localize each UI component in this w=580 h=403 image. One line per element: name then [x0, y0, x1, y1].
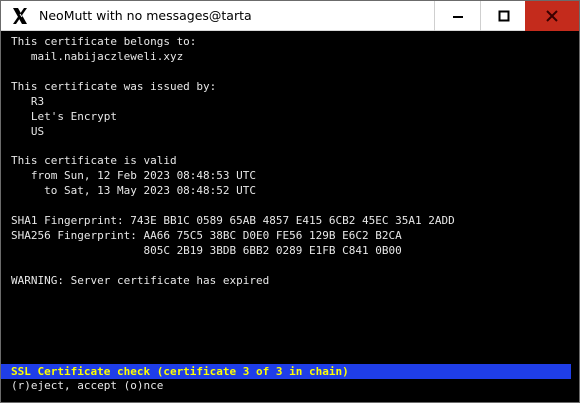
terminal-screen[interactable]: This certificate belongs to: mail.nabija… — [1, 31, 579, 402]
window-title: NeoMutt with no messages@tarta — [39, 8, 252, 23]
close-icon — [546, 10, 558, 22]
cert-line: mail.nabijaczleweli.xyz — [11, 50, 184, 63]
command-prompt[interactable]: (r)eject, accept (o)nce — [11, 379, 163, 393]
sha256-fingerprint: SHA256 Fingerprint: AA66 75C5 38BC D0E0 … — [11, 229, 402, 242]
maximize-icon — [498, 10, 509, 22]
terminal-window: NeoMutt with no messages@tarta This cert… — [0, 0, 580, 403]
maximize-button[interactable] — [480, 1, 526, 31]
cert-line: to Sat, 13 May 2023 08:48:52 UTC — [11, 184, 257, 197]
status-bar: SSL Certificate check (certificate 3 of … — [1, 364, 571, 379]
sha1-fingerprint: SHA1 Fingerprint: 743E BB1C 0589 65AB 48… — [11, 214, 455, 227]
expiry-warning: WARNING: Server certificate has expired — [11, 274, 270, 287]
cert-line: US — [11, 125, 45, 138]
title-bar[interactable]: NeoMutt with no messages@tarta — [1, 1, 579, 31]
cert-line: This certificate belongs to: — [11, 35, 197, 48]
cert-line: This certificate is valid — [11, 154, 177, 167]
x-logo-icon — [11, 7, 29, 25]
cert-line: from Sun, 12 Feb 2023 08:48:53 UTC — [11, 169, 257, 182]
cert-line: Let's Encrypt — [11, 110, 117, 123]
close-button[interactable] — [525, 1, 579, 31]
sha256-fingerprint-cont: 805C 2B19 3BDB 6BB2 0289 E1FB C841 0B00 — [11, 244, 402, 257]
minimize-icon — [452, 16, 463, 18]
minimize-button[interactable] — [434, 1, 480, 31]
cert-line: R3 — [11, 95, 45, 108]
cert-line: This certificate was issued by: — [11, 80, 217, 93]
